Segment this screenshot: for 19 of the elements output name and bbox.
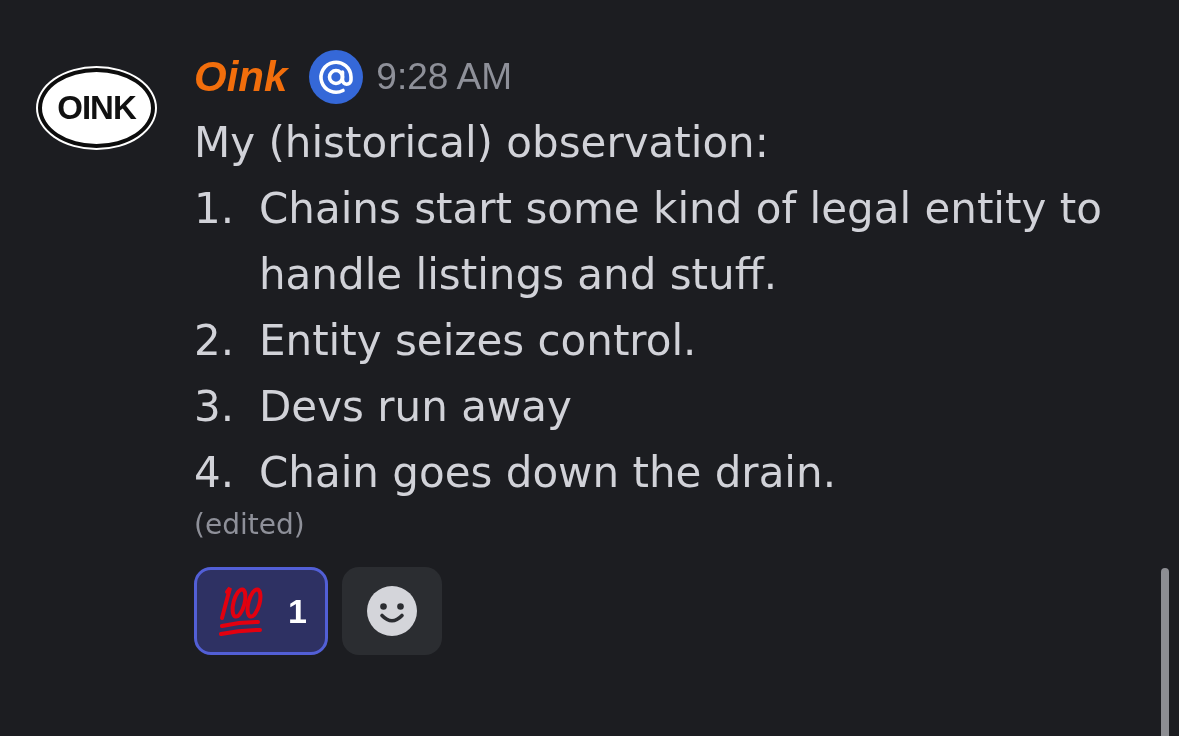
at-sign-icon — [309, 50, 364, 104]
reaction-button[interactable]: 1 — [194, 567, 328, 655]
list-number: 3. — [194, 381, 236, 433]
list-number: 1. — [194, 183, 236, 235]
timestamp: 9:28 AM — [376, 56, 513, 98]
list-item-text: Chains start some kind of legal entity to handle listings and stuff. — [259, 183, 1103, 301]
avatar[interactable]: OINK — [38, 68, 155, 148]
username[interactable]: Oink — [194, 53, 288, 101]
list-number: 4. — [194, 447, 236, 499]
list-number: 2. — [194, 315, 236, 367]
list-item-text: Chain goes down the drain. — [259, 447, 837, 499]
smiley-icon — [366, 586, 417, 636]
scrollbar-thumb[interactable] — [1161, 568, 1169, 736]
message-text: My (historical) observation: — [194, 117, 770, 169]
list-item-text: Entity seizes control. — [259, 315, 698, 367]
edited-label: (edited) — [194, 510, 306, 540]
add-reaction-button[interactable] — [341, 567, 442, 655]
list-item-text: Devs run away — [259, 381, 573, 433]
hundred-points-icon — [218, 585, 264, 637]
